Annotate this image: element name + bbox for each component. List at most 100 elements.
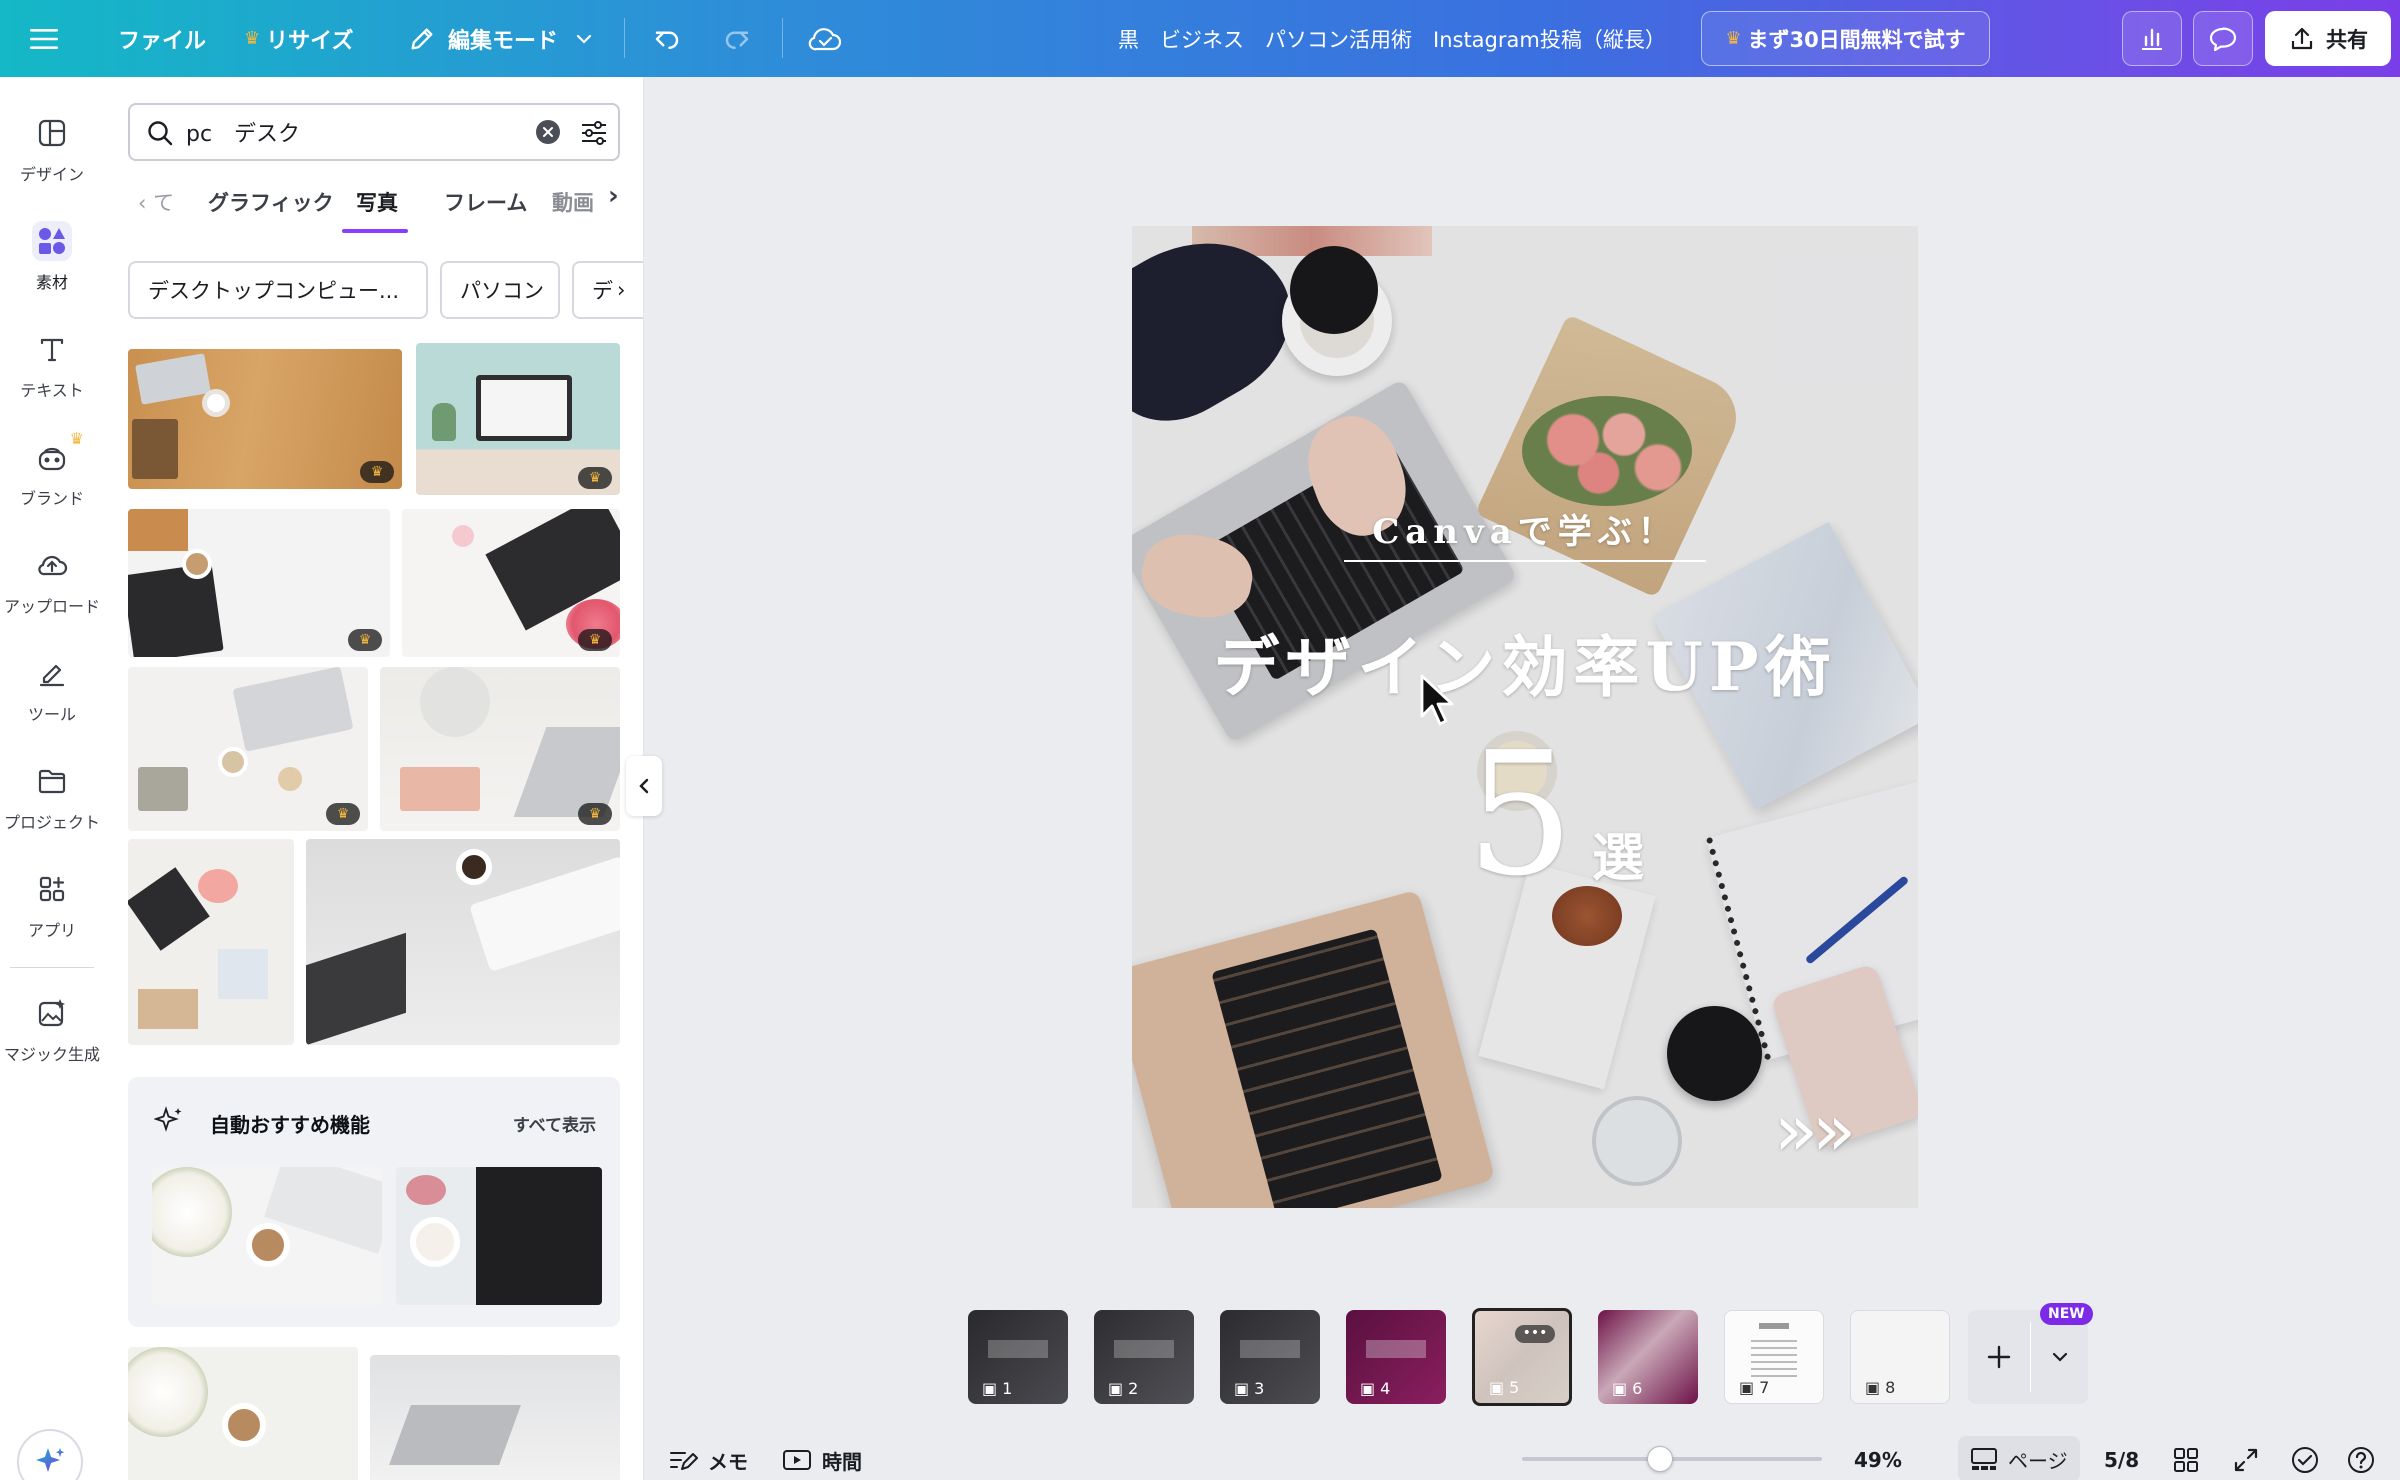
plant-shape [432,403,456,441]
rail-item-brand[interactable]: ♛ ブランド [0,429,104,531]
grid-view-button[interactable] [2172,1438,2200,1480]
chevron-left-icon [639,778,649,794]
comment-heart-icon: ▣ [1739,1378,1755,1397]
number-text[interactable]: 5 [1466,716,1574,914]
photo-result[interactable] [128,839,294,1045]
page-thumbnail-6[interactable]: ▣ 6 [1598,1310,1698,1404]
rail-item-upload[interactable]: アップロード [0,539,104,639]
edit-mode-dropdown[interactable]: 編集モード [408,0,594,77]
rail-item-elements[interactable]: 素材 [0,215,104,315]
document-title[interactable]: 黒 ビジネス パソコン活用術 Instagram投稿（縦長） [1118,0,1666,77]
pages-icon [1971,1448,1997,1470]
suggestion-chip[interactable]: デ › [572,261,643,319]
filter-button[interactable] [578,117,610,149]
crown-icon: ♛ [69,429,84,448]
suggested-photo[interactable] [152,1167,382,1305]
title-text[interactable]: デザイン効率UP術 [1132,614,1918,710]
undo-button[interactable] [652,0,682,77]
page-thumbnail-4[interactable]: ▣ 4 [1346,1310,1446,1404]
photo-result[interactable]: ♛ [128,509,390,657]
tab-videos[interactable]: 動画 [552,187,594,217]
check-design-button[interactable] [2290,1438,2320,1480]
photo-result[interactable] [128,1347,358,1480]
comments-button[interactable] [2193,11,2253,66]
notebook-shape [306,932,406,1045]
collapse-panel-button[interactable] [626,756,662,816]
see-all-link[interactable]: すべて表示 [513,1111,596,1136]
pages-view-button[interactable]: ページ [1958,1436,2080,1480]
comment-heart-icon: ▣ [1234,1379,1250,1398]
page-thumbnail-2[interactable]: ▣ 2 [1094,1310,1194,1404]
photo-result[interactable]: ♛ [402,509,620,657]
brand-icon: ♛ [32,429,84,477]
zoom-level[interactable]: 49% [1854,1438,1902,1480]
page-number-label: ▣ 1 [982,1379,1013,1398]
crown-icon: ♛ [348,629,382,651]
suggestion-chip[interactable]: デスクトップコンピュー... [128,261,428,319]
fullscreen-button[interactable] [2232,1438,2260,1480]
add-page-button[interactable] [1968,1310,2030,1404]
page-thumbnail-7[interactable]: ▣ 7 [1724,1310,1824,1404]
page-preview-text [1751,1337,1797,1377]
search-field[interactable] [128,103,620,161]
notes-button[interactable]: メモ [668,1438,748,1480]
resize-button[interactable]: ♛ リサイズ [244,0,353,77]
bar-chart-icon [2142,28,2162,50]
undo-icon [655,31,679,49]
file-menu-button[interactable]: ファイル [118,0,206,77]
clear-search-button[interactable] [536,120,560,144]
toolbar-divider [624,18,625,58]
zoom-slider-handle[interactable] [1647,1446,1673,1472]
tab-photos[interactable]: 写真 [356,187,398,217]
page-number-label: ▣ 5 [1489,1378,1520,1397]
suggestion-chip[interactable]: パソコン [440,261,560,319]
photo-result[interactable]: ♛ [380,667,620,831]
free-trial-button[interactable]: ♛ まず30日間無料で試す [1701,11,1990,66]
design-page[interactable]: Canvaで学ぶ！ デザイン効率UP術 5 選 »» [1132,226,1918,1208]
ornament-shape [278,767,302,791]
suggested-photo[interactable] [396,1167,602,1305]
rail-item-text[interactable]: テキスト [0,323,104,423]
subtitle-text[interactable]: Canvaで学ぶ！ [1132,504,1918,553]
canva-assistant-button[interactable] [17,1429,83,1480]
rail-item-projects[interactable]: プロジェクト [0,755,104,855]
page-preview-text [1240,1340,1300,1358]
suggest-title: 自動おすすめ機能 [210,1113,370,1137]
photo-result[interactable]: ♛ [128,349,402,489]
photo-result[interactable]: ♛ [128,667,368,831]
page-thumbnail-8[interactable]: ▣ 8 [1850,1310,1950,1404]
tab-frames[interactable]: フレーム [444,187,527,217]
redo-button[interactable] [722,0,752,77]
unit-text[interactable]: 選 [1592,816,1644,891]
photo-result[interactable] [306,839,620,1045]
rail-item-tools[interactable]: ツール [0,647,104,747]
page-thumbnail-1[interactable]: ▣ 1 [968,1310,1068,1404]
crown-icon: ♛ [326,803,360,825]
insights-button[interactable] [2122,11,2182,66]
page-number-label: ▣ 6 [1612,1379,1643,1398]
page-options-button[interactable]: ••• [1515,1325,1555,1343]
cloud-save-status[interactable] [808,0,842,77]
page-number-label: ▣ 3 [1234,1379,1265,1398]
monitor-shape [476,375,572,441]
page-thumbnail-3[interactable]: ▣ 3 [1220,1310,1320,1404]
content-tabs: ‹ て グラフィック 写真 フレーム 動画 › [128,177,628,237]
photo-result[interactable]: ♛ [416,343,620,495]
help-button[interactable] [2346,1438,2376,1480]
main-menu-button[interactable] [30,0,58,77]
timer-button[interactable]: 時間 [782,1438,862,1480]
tab-graphics[interactable]: グラフィック [208,187,334,217]
photo-result[interactable] [370,1355,620,1480]
search-input[interactable] [186,115,526,149]
rail-item-apps[interactable]: アプリ [0,863,104,963]
tabs-scroll-right-button[interactable]: › [608,181,619,211]
tablet-shape [400,767,480,811]
crown-icon: ♛ [360,461,394,483]
share-button[interactable]: 共有 [2265,11,2391,66]
tabs-scroll-left-button[interactable]: ‹ て [138,187,174,217]
page-thumbnail-5-selected[interactable]: ••• ▣ 5 [1472,1308,1572,1406]
flower-shape [452,525,474,547]
next-arrows-text[interactable]: »» [1774,1088,1856,1172]
rail-item-design[interactable]: デザイン [0,107,104,207]
rail-item-magic-media[interactable]: マジック生成 [0,987,104,1087]
